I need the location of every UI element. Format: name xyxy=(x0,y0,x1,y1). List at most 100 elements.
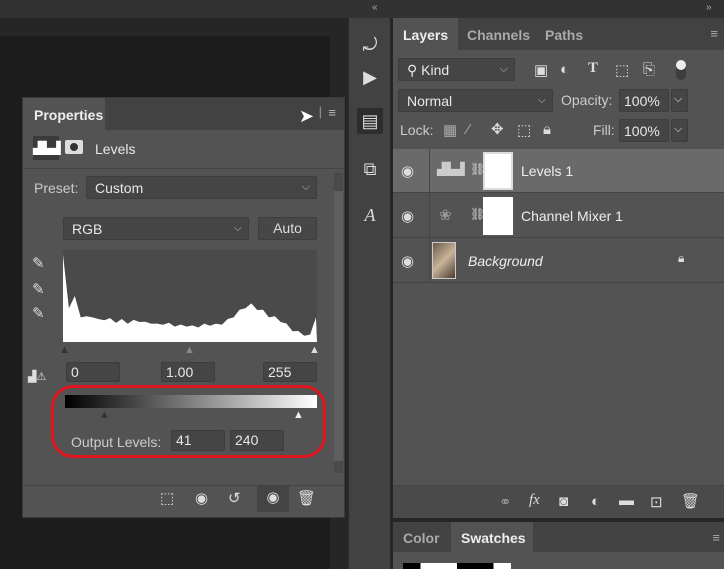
chevron-down-icon: ⌵ xyxy=(301,181,310,193)
blend-mode-value: Normal xyxy=(407,93,453,109)
mouse-cursor-icon: ➤ xyxy=(298,106,314,126)
scrollbar[interactable] xyxy=(334,173,343,473)
channel-select[interactable]: RGB ⌵ xyxy=(63,217,249,240)
top-strip: «» xyxy=(0,0,724,18)
fx-icon[interactable]: fx xyxy=(529,492,540,509)
adjustment-filter-icon[interactable]: ◐ xyxy=(560,61,569,78)
tab-paths[interactable]: Paths xyxy=(535,18,593,50)
output-black-slider[interactable]: ▲ xyxy=(99,409,110,421)
chevron-down-icon: ⌵ xyxy=(537,94,546,106)
divider xyxy=(429,149,430,193)
auto-button[interactable]: Auto xyxy=(258,217,317,240)
channel-mixer-icon: ❀ xyxy=(439,207,452,224)
histogram xyxy=(63,250,317,342)
clip-to-layer-icon[interactable]: ⬚ xyxy=(160,489,174,507)
pixel-filter-icon[interactable]: ▣ xyxy=(534,61,548,79)
visibility-eye-icon[interactable]: ◉ xyxy=(401,207,414,225)
opacity-field[interactable]: 100% xyxy=(619,89,669,112)
layer-row-channel-mixer-1[interactable]: ◉ ❀ ⛓ Channel Mixer 1 xyxy=(393,194,724,238)
preset-label: Preset: xyxy=(34,180,79,196)
output-gradient xyxy=(65,395,317,408)
layer-name: Channel Mixer 1 xyxy=(521,208,623,224)
link-layers-icon[interactable]: ⚭ xyxy=(499,493,512,511)
gray-eyedropper-icon[interactable]: ✎ xyxy=(32,280,45,298)
character-icon[interactable]: A xyxy=(357,202,383,228)
tab-channels[interactable]: Channels xyxy=(457,18,540,50)
panel-icon-strip: ⤾ ▶ ▤ ⧉ A xyxy=(348,18,390,569)
output-white-field[interactable]: 240 xyxy=(230,430,284,451)
levels-adjustment-icon[interactable]: ▟▙▟ xyxy=(33,136,61,160)
layer-mask-thumbnail[interactable] xyxy=(483,152,513,190)
white-eyedropper-icon[interactable]: ✎ xyxy=(32,304,45,322)
delete-icon[interactable]: 🗑 xyxy=(297,489,316,507)
delete-layer-icon[interactable]: 🗑 xyxy=(681,492,700,510)
properties-icon[interactable]: ▤ xyxy=(357,108,383,134)
fill-dropdown[interactable]: ⌵ xyxy=(671,119,688,142)
add-mask-icon[interactable]: ◙ xyxy=(559,493,568,510)
swatch-row[interactable] xyxy=(403,563,511,569)
panel-menu-icon[interactable]: ≡ xyxy=(710,26,718,41)
type-filter-icon[interactable]: T xyxy=(588,60,598,77)
reset-icon[interactable]: ↺ xyxy=(228,489,241,507)
glyphs-icon[interactable]: ⧉ xyxy=(357,156,383,182)
background-thumbnail xyxy=(432,242,456,279)
black-eyedropper-icon[interactable]: ✎ xyxy=(32,254,45,272)
filter-kind-select[interactable]: ⚲ Kind ⌵ xyxy=(398,58,515,81)
histogram-shape xyxy=(63,254,317,342)
input-gamma-slider[interactable]: ▲ xyxy=(184,344,195,356)
layer-mask-thumbnail[interactable] xyxy=(483,197,513,235)
histogram-graph xyxy=(63,254,317,342)
opacity-dropdown[interactable]: ⌵ xyxy=(671,89,688,112)
filter-kind-value: Kind xyxy=(421,62,450,78)
input-white-slider[interactable]: ▲ xyxy=(309,344,320,356)
chevron-down-icon: ⌵ xyxy=(233,222,242,234)
filter-toggle[interactable] xyxy=(676,60,686,80)
visibility-eye-icon[interactable]: ◉ xyxy=(401,162,414,180)
expand-icon[interactable]: » xyxy=(706,2,712,13)
layer-name: Background xyxy=(468,253,543,269)
visibility-eye-icon[interactable]: ◉ xyxy=(257,486,289,512)
new-adjustment-icon[interactable]: ◐ xyxy=(591,493,600,510)
visibility-eye-icon[interactable]: ◉ xyxy=(401,252,414,270)
collapse-icon[interactable]: « xyxy=(372,2,378,13)
mask-icon[interactable] xyxy=(65,140,83,154)
tab-swatches[interactable]: Swatches xyxy=(451,522,533,552)
fill-field[interactable]: 100% xyxy=(619,119,669,142)
levels-adjustment-icon: ▟▙▟ xyxy=(437,162,465,176)
input-black-field[interactable]: 0 xyxy=(66,362,120,382)
output-white-slider[interactable]: ▲ xyxy=(293,409,304,421)
properties-tab[interactable]: Properties xyxy=(23,98,105,130)
preset-select[interactable]: Custom ⌵ xyxy=(86,176,317,199)
divider: | xyxy=(318,104,322,119)
preset-value: Custom xyxy=(95,180,144,196)
divider xyxy=(429,194,430,238)
divider xyxy=(23,485,344,486)
lock-artboard-icon[interactable]: ⬚ xyxy=(517,121,531,139)
fill-label: Fill: xyxy=(593,122,615,138)
smart-object-filter-icon[interactable]: ⎘ xyxy=(643,61,655,78)
layer-row-background[interactable]: ◉ Background 🔒︎ xyxy=(393,239,724,283)
channel-value: RGB xyxy=(72,221,103,237)
view-previous-state-icon[interactable]: ◉ xyxy=(195,489,208,507)
search-icon: ⚲ xyxy=(407,62,422,78)
history-icon[interactable]: ⤾ xyxy=(357,32,383,58)
output-black-field[interactable]: 41 xyxy=(171,430,225,451)
panel-menu-icon[interactable]: ≡ xyxy=(712,530,720,545)
new-layer-icon[interactable]: ⊡ xyxy=(650,493,663,511)
input-white-field[interactable]: 255 xyxy=(263,362,317,382)
actions-play-icon[interactable]: ▶ xyxy=(357,64,383,90)
new-group-folder-icon[interactable]: ▬ xyxy=(619,492,634,509)
lock-all-icon[interactable]: 🔒︎ xyxy=(543,121,551,138)
shape-filter-icon[interactable]: ⬚ xyxy=(615,61,629,79)
lock-position-icon[interactable]: ✥ xyxy=(491,120,504,138)
lock-pixels-brush-icon[interactable]: ⁄ xyxy=(467,121,470,138)
panel-menu-icon[interactable]: ≡ xyxy=(328,105,336,120)
swatches-panel: Color Swatches ≡ xyxy=(393,522,724,569)
layer-row-levels-1[interactable]: ◉ ▟▙▟ ⛓ Levels 1 xyxy=(393,149,724,193)
input-black-slider[interactable]: ▲ xyxy=(59,344,70,356)
blend-mode-select[interactable]: Normal ⌵ xyxy=(398,89,553,112)
lock-transparent-icon[interactable]: ▦ xyxy=(443,121,457,139)
input-gamma-field[interactable]: 1.00 xyxy=(161,362,215,382)
tab-color[interactable]: Color xyxy=(393,522,450,552)
tab-layers[interactable]: Layers xyxy=(393,18,459,50)
